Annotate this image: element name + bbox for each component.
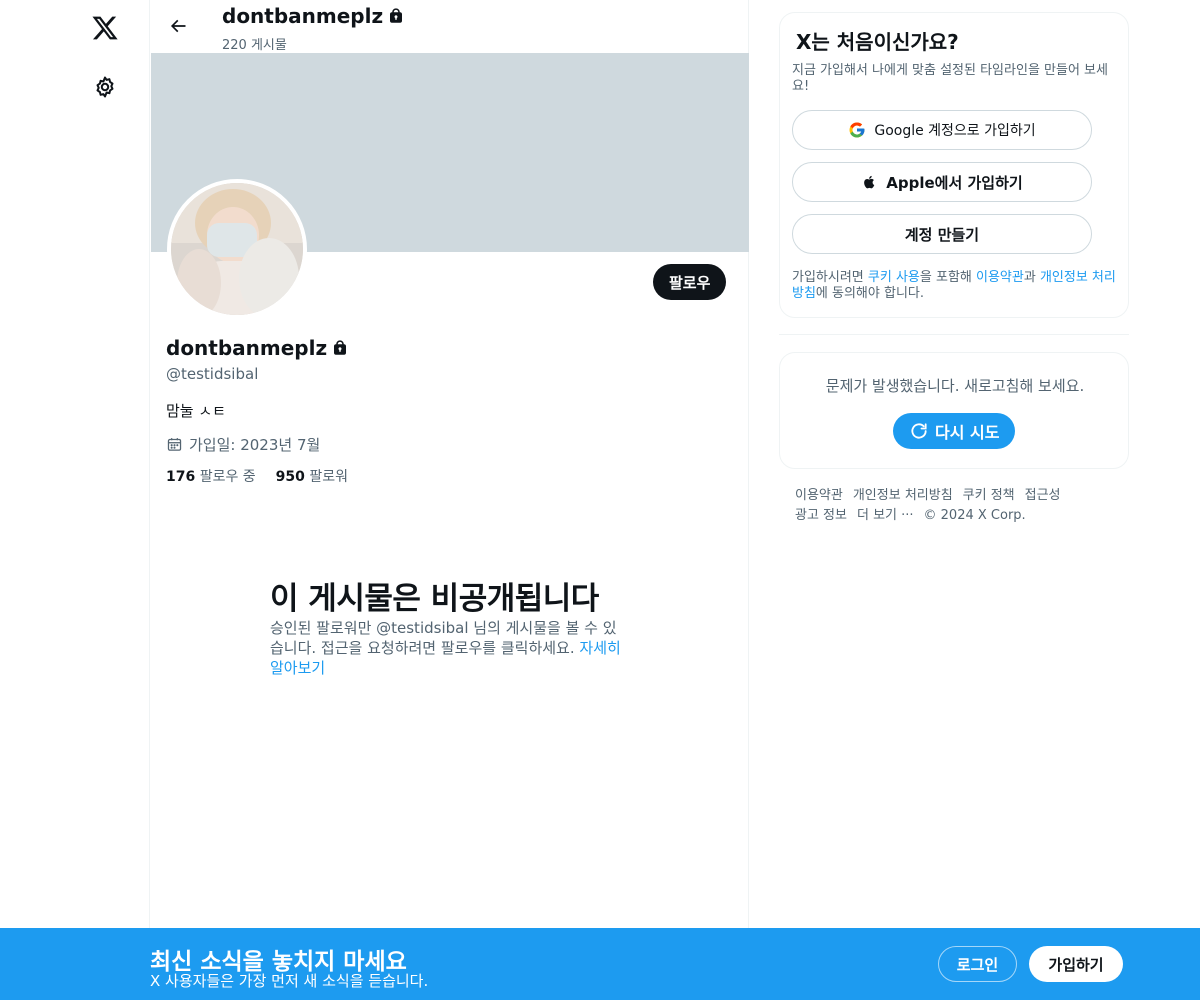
signup-card: X는 처음이신가요? 지금 가입해서 나에게 맞춤 설정된 타임라인을 만들어 …	[779, 12, 1129, 318]
terms-of-service-link[interactable]: 이용약관	[976, 270, 1024, 285]
header-name-text: dontbanmeplz	[222, 4, 384, 28]
following-label: 팔로우 중	[199, 469, 256, 485]
followers-count: 950	[275, 469, 305, 485]
lock-icon	[334, 340, 347, 355]
create-account-button[interactable]: 계정 만들기	[792, 214, 1092, 254]
join-date-text: 가입일: 2023년 7월	[189, 436, 321, 454]
bottom-signup-bar: 최신 소식을 놓치지 마세요 X 사용자들은 가장 먼저 새 소식을 듣습니다.…	[0, 928, 1200, 1000]
refresh-icon	[911, 423, 927, 439]
private-notice-title: 이 게시물은 비공개됩니다	[270, 581, 599, 617]
following-count: 176	[166, 469, 196, 485]
footer-link-cookies[interactable]: 쿠키 정책	[963, 488, 1015, 503]
calendar-icon	[167, 438, 182, 451]
post-count: 220 게시물	[222, 38, 287, 53]
signup-terms: 가입하시려면 쿠키 사용을 포함해 이용약관과 개인정보 처리방침에 동의해야 …	[792, 270, 1122, 302]
profile-column: dontbanmeplz 220 게시물 팔로우 dontbanmeplz @t…	[149, 0, 749, 1000]
copyright: © 2024 X Corp.	[923, 508, 1026, 523]
bottom-bar-subtitle: X 사용자들은 가장 먼저 새 소식을 듣습니다.	[150, 972, 429, 990]
terms-text: 가입하시려면	[792, 270, 868, 285]
profile-header-bar: dontbanmeplz 220 게시물	[150, 0, 750, 53]
google-signup-button[interactable]: Google 계정으로 가입하기	[792, 110, 1092, 150]
private-notice-description: 승인된 팔로워만 @testidsibal 님의 게시물을 볼 수 있습니다. …	[270, 618, 630, 678]
terms-text: 과	[1023, 270, 1040, 285]
profile-display-name: dontbanmeplz	[166, 336, 349, 360]
google-signup-label: Google 계정으로 가입하기	[874, 123, 1036, 139]
profile-handle: @testidsibal	[166, 365, 259, 383]
footer-link-privacy[interactable]: 개인정보 처리방침	[853, 488, 953, 503]
footer-link-accessibility[interactable]: 접근성	[1025, 488, 1061, 503]
cookie-use-link[interactable]: 쿠키 사용	[868, 270, 920, 285]
signup-card-title: X는 처음이신가요?	[796, 30, 959, 54]
terms-text: 에 동의해야 합니다.	[815, 286, 924, 301]
footer-links: 이용약관 개인정보 처리방침 쿠키 정책 접근성광고 정보 더 보기 ··· © 2024…	[795, 486, 1115, 526]
apple-signup-button[interactable]: Apple에서 가입하기	[792, 162, 1092, 202]
google-icon	[849, 122, 865, 138]
follow-button[interactable]: 팔로우	[653, 264, 727, 300]
footer-link-more[interactable]: 더 보기 ···	[857, 508, 914, 523]
signup-card-subtitle: 지금 가입해서 나에게 맞춤 설정된 타임라인을 만들어 보세요!	[792, 63, 1108, 94]
retry-button[interactable]: 다시 시도	[893, 413, 1016, 449]
followers-label: 팔로워	[309, 469, 348, 485]
back-arrow-icon[interactable]	[160, 8, 196, 44]
login-button[interactable]: 로그인	[938, 946, 1017, 982]
follow-stats: 176 팔로우 중 950 팔로워	[166, 466, 348, 486]
signup-button[interactable]: 가입하기	[1029, 946, 1123, 982]
left-nav	[0, 0, 150, 1000]
lock-icon	[390, 8, 403, 23]
profile-bio: 맘눌 ㅅㅌ	[166, 402, 226, 420]
apple-icon	[864, 175, 875, 189]
sidebar-divider	[779, 334, 1129, 335]
retry-label: 다시 시도	[935, 423, 1000, 442]
private-notice-text: 승인된 팔로워만 @testidsibal 님의 게시물을 볼 수 있습니다. …	[270, 619, 617, 657]
footer-link-terms[interactable]: 이용약관	[795, 488, 843, 503]
error-message: 문제가 발생했습니다. 새로고침해 보세요.	[825, 377, 1085, 395]
terms-text: 을 포함해	[919, 270, 976, 285]
join-date: 가입일: 2023년 7월	[166, 434, 320, 455]
header-display-name: dontbanmeplz	[222, 4, 405, 28]
followers-stat[interactable]: 950 팔로워	[276, 466, 348, 486]
error-card: 문제가 발생했습니다. 새로고침해 보세요. 다시 시도	[779, 352, 1129, 469]
gear-icon[interactable]	[83, 65, 127, 109]
x-logo-icon[interactable]	[83, 6, 127, 50]
profile-name-text: dontbanmeplz	[166, 336, 328, 360]
following-stat[interactable]: 176 팔로우 중	[166, 466, 256, 486]
avatar[interactable]	[167, 179, 307, 319]
apple-signup-label: Apple에서 가입하기	[886, 173, 1023, 192]
footer-link-ads[interactable]: 광고 정보	[795, 508, 847, 523]
